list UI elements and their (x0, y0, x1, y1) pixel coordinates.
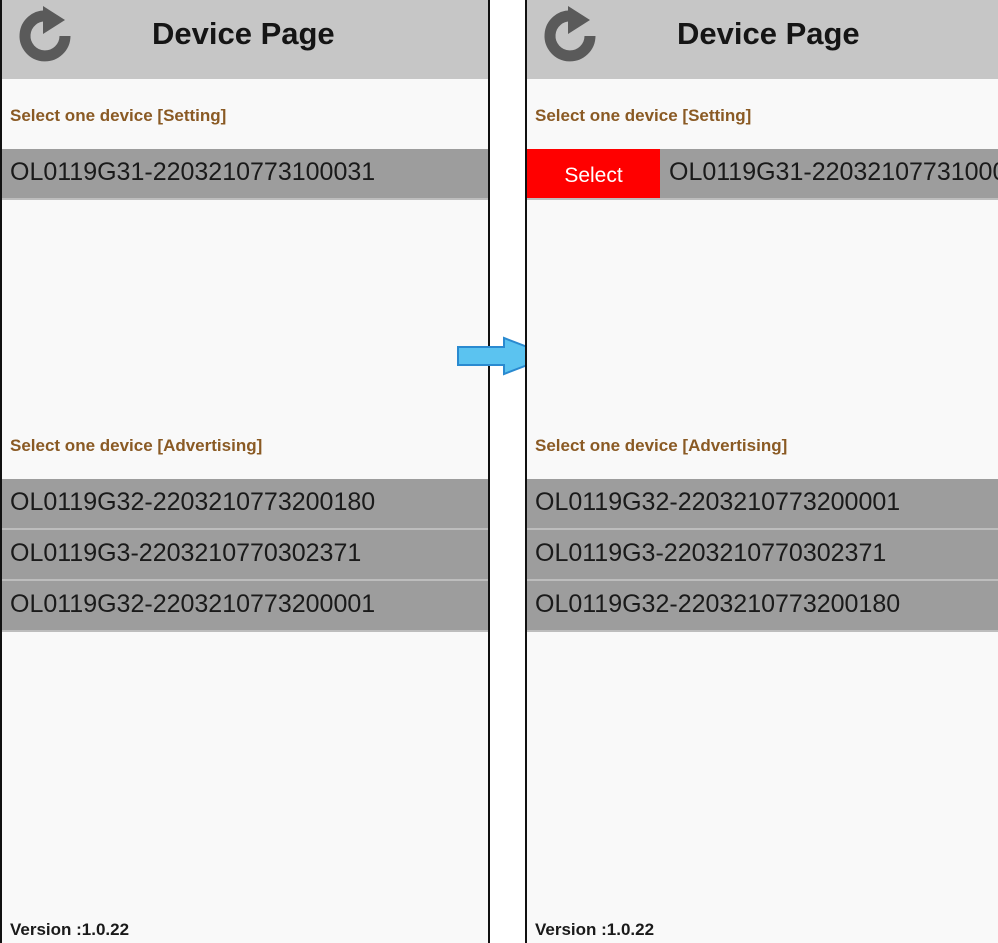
device-id: OL0119G32-2203210773200001 (10, 590, 376, 618)
select-button[interactable]: Select (527, 149, 660, 198)
setting-device-list: OL0119G31-2203210773100031 (2, 149, 488, 200)
version-label: Version :1.0.22 (535, 920, 655, 939)
comparison-stage: Device Page Select one device [Setting] … (0, 0, 998, 943)
device-id: OL0119G3-2203210770302371 (10, 539, 362, 567)
advertising-device-list: OL0119G32-2203210773200001 OL0119G3-2203… (527, 479, 998, 632)
app-header: Device Page (527, 0, 998, 79)
device-id: OL0119G31-2203210773100031 (669, 158, 998, 186)
device-row[interactable]: OL0119G31-2203210773100031 (2, 149, 488, 200)
device-row[interactable]: OL0119G3-2203210770302371 (2, 530, 488, 581)
refresh-icon[interactable] (16, 6, 74, 64)
advertising-section-label: Select one device [Advertising] (535, 436, 788, 455)
advertising-device-list: OL0119G32-2203210773200180 OL0119G3-2203… (2, 479, 488, 632)
device-page-before: Device Page Select one device [Setting] … (0, 0, 490, 943)
setting-section-label: Select one device [Setting] (10, 106, 227, 125)
app-header: Device Page (2, 0, 488, 79)
version-label: Version :1.0.22 (10, 920, 130, 939)
device-row[interactable]: OL0119G32-2203210773200180 (527, 581, 998, 632)
setting-section-label: Select one device [Setting] (535, 106, 752, 125)
page-title: Device Page (677, 16, 860, 51)
setting-device-list: Select OL0119G31-2203210773100031 (527, 149, 998, 200)
device-id: OL0119G32-2203210773200001 (535, 488, 901, 516)
advertising-section-label: Select one device [Advertising] (10, 436, 263, 455)
device-row[interactable]: OL0119G32-2203210773200001 (2, 581, 488, 632)
device-row[interactable]: Select OL0119G31-2203210773100031 (527, 149, 998, 200)
device-id: OL0119G32-2203210773200180 (10, 488, 376, 516)
device-page-after: Device Page Select one device [Setting] … (525, 0, 998, 943)
refresh-icon[interactable] (541, 6, 599, 64)
page-title: Device Page (152, 16, 335, 51)
device-row[interactable]: OL0119G3-2203210770302371 (527, 530, 998, 581)
device-row[interactable]: OL0119G32-2203210773200180 (2, 479, 488, 530)
device-id: OL0119G32-2203210773200180 (535, 590, 901, 618)
device-row[interactable]: OL0119G32-2203210773200001 (527, 479, 998, 530)
device-id: OL0119G31-2203210773100031 (10, 158, 376, 186)
device-id: OL0119G3-2203210770302371 (535, 539, 887, 567)
